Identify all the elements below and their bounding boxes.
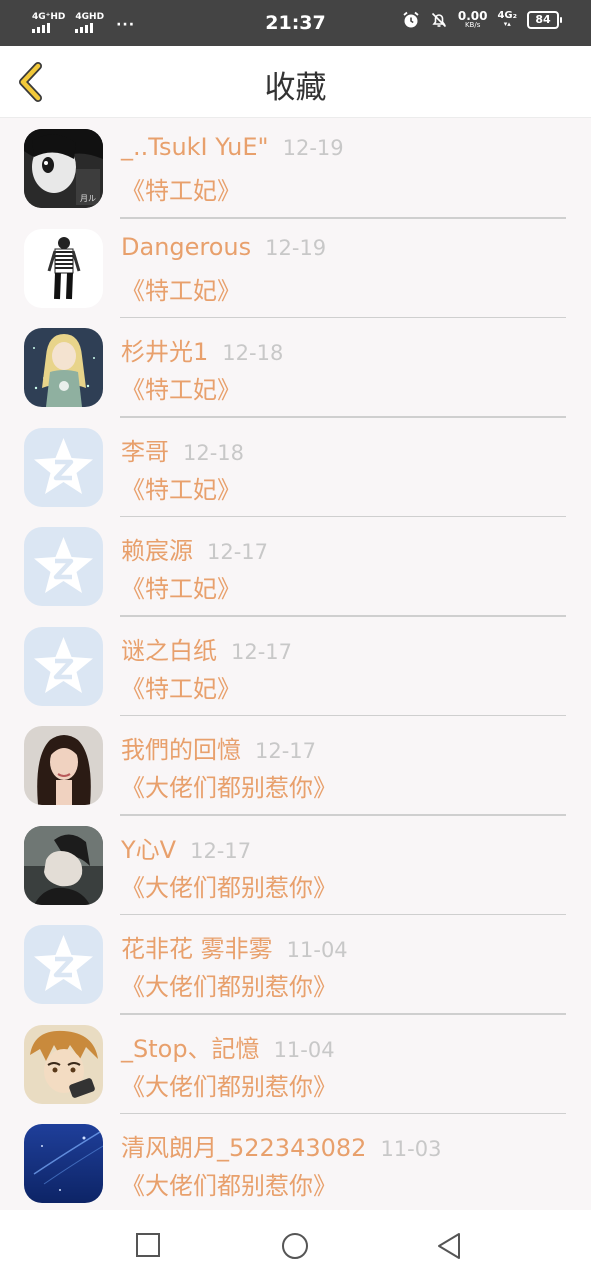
speed-unit: KB/s bbox=[464, 21, 481, 29]
list-item[interactable]: 谜之白纸 12-17 《特工妃》 bbox=[0, 617, 591, 716]
item-header: 清风朗月_522343082 11-03 bbox=[121, 1128, 441, 1163]
qq-default-avatar bbox=[24, 527, 103, 606]
book-title: 《特工妃》 bbox=[121, 674, 241, 703]
user-name: 花非花 雾非雾 bbox=[121, 935, 273, 963]
item-date: 12-18 bbox=[222, 341, 284, 365]
book-title: 《大佬们都别惹你》 bbox=[121, 774, 337, 802]
back-triangle-icon[interactable] bbox=[436, 1232, 462, 1260]
list-item[interactable]: Dangerous 12-19 《特工妃》 bbox=[0, 219, 591, 318]
item-date: 11-03 bbox=[380, 1137, 442, 1161]
item-date: 12-18 bbox=[183, 440, 245, 465]
item-header: 杉井光1 12-18 bbox=[121, 332, 283, 367]
list-item[interactable]: _Stop、記憶 11-04 《大佬们都别惹你》 bbox=[0, 1015, 591, 1114]
book-title: 《大佬们都别惹你》 bbox=[121, 1072, 337, 1101]
item-header: 赖宸源 12-17 bbox=[121, 531, 268, 566]
book-title: 《特工妃》 bbox=[121, 177, 241, 205]
striped-shirt-avatar bbox=[24, 228, 103, 308]
user-name: 杉井光1 bbox=[121, 338, 209, 366]
item-header: 谜之白纸 12-17 bbox=[121, 631, 292, 666]
list-item[interactable]: 赖宸源 12-17 《特工妃》 bbox=[0, 517, 591, 617]
item-header: Dangerous 12-19 bbox=[121, 233, 326, 261]
data-arrows-icon: ▾▴ bbox=[503, 20, 511, 28]
book-title: 《大佬们都别惹你》 bbox=[121, 1172, 337, 1200]
user-name: _Stop、記憶 bbox=[121, 1034, 260, 1063]
favorites-list: 月ル _..TsukI YuE" 12-19 《特工妃》 Dangerous 12-… bbox=[0, 119, 591, 1214]
item-header: 李哥 12-18 bbox=[121, 432, 244, 467]
item-date: 12-17 bbox=[207, 540, 269, 564]
item-date: 11-04 bbox=[273, 1037, 335, 1062]
alarm-icon bbox=[403, 11, 419, 27]
user-name: _..TsukI YuE" bbox=[121, 133, 269, 161]
item-date: 12-19 bbox=[265, 235, 327, 260]
item-header: 我們的回憶 12-17 bbox=[121, 730, 316, 765]
user-name: Y心V bbox=[121, 835, 177, 864]
list-item[interactable]: 花非花 雾非雾 11-04 《大佬们都别惹你》 bbox=[0, 915, 591, 1015]
user-name: 谜之白纸 bbox=[121, 636, 217, 665]
svg-text:月ル: 月ル bbox=[80, 194, 96, 203]
qq-default-avatar bbox=[24, 626, 103, 706]
app-header: 收藏 bbox=[0, 46, 591, 118]
anime-girl-avatar bbox=[24, 328, 103, 407]
recents-square-icon[interactable] bbox=[135, 1232, 161, 1258]
book-title: 《特工妃》 bbox=[121, 276, 241, 305]
book-title: 《特工妃》 bbox=[121, 575, 241, 603]
user-name: 李哥 bbox=[121, 437, 169, 466]
network-type: 4G₂ ▾▴ bbox=[497, 11, 517, 28]
book-title: 《特工妃》 bbox=[121, 475, 241, 504]
system-nav-bar bbox=[0, 1210, 591, 1280]
item-date: 11-04 bbox=[286, 938, 348, 962]
user-name: 我們的回憶 bbox=[121, 736, 241, 764]
list-item[interactable]: 我們的回憶 12-17 《大佬们都别惹你》 bbox=[0, 716, 591, 816]
anime-boy-avatar bbox=[24, 1024, 103, 1104]
network-speed: 0.00 KB/s bbox=[458, 10, 488, 29]
blue-sky-avatar bbox=[24, 1124, 103, 1203]
user-name: 清风朗月_522343082 bbox=[121, 1134, 367, 1162]
item-header: Y心V 12-17 bbox=[121, 830, 251, 865]
item-date: 12-17 bbox=[190, 838, 252, 863]
user-name: Dangerous bbox=[121, 232, 252, 261]
home-circle-icon[interactable] bbox=[281, 1232, 309, 1260]
item-header: _..TsukI YuE" 12-19 bbox=[121, 133, 344, 161]
mute-bell-icon bbox=[431, 12, 446, 27]
status-bar: 4G⁺HD 4GHD ··· 21:37 0.00 KB/s 4G₂ ▾▴ 84 bbox=[0, 0, 591, 46]
user-name: 赖宸源 bbox=[121, 537, 193, 565]
list-item[interactable]: 月ル _..TsukI YuE" 12-19 《特工妃》 bbox=[0, 119, 591, 219]
item-date: 12-17 bbox=[231, 639, 293, 664]
item-header: _Stop、記憶 11-04 bbox=[121, 1029, 335, 1064]
woman-portrait-avatar bbox=[24, 726, 103, 805]
book-title: 《大佬们都别惹你》 bbox=[121, 873, 337, 902]
man-profile-avatar bbox=[24, 825, 103, 905]
list-item[interactable]: Y心V 12-17 《大佬们都别惹你》 bbox=[0, 816, 591, 915]
page-title: 收藏 bbox=[264, 70, 327, 106]
list-item[interactable]: 李哥 12-18 《特工妃》 bbox=[0, 418, 591, 517]
list-item[interactable]: 杉井光1 12-18 《特工妃》 bbox=[0, 318, 591, 418]
book-title: 《大佬们都别惹你》 bbox=[121, 973, 337, 1001]
book-title: 《特工妃》 bbox=[121, 376, 241, 404]
item-date: 12-19 bbox=[282, 136, 344, 160]
battery-level: 84 bbox=[535, 13, 551, 26]
item-date: 12-17 bbox=[255, 739, 317, 763]
item-header: 花非花 雾非雾 11-04 bbox=[121, 929, 348, 964]
qq-default-avatar bbox=[24, 427, 103, 507]
manga-girl-bw-avatar: 月ル bbox=[24, 129, 103, 208]
qq-default-avatar bbox=[24, 925, 103, 1004]
list-item[interactable]: 清风朗月_522343082 11-03 《大佬们都别惹你》 bbox=[0, 1114, 591, 1214]
battery-icon: 84 bbox=[527, 10, 562, 29]
status-icons: 0.00 KB/s 4G₂ ▾▴ 84 bbox=[402, 10, 562, 29]
